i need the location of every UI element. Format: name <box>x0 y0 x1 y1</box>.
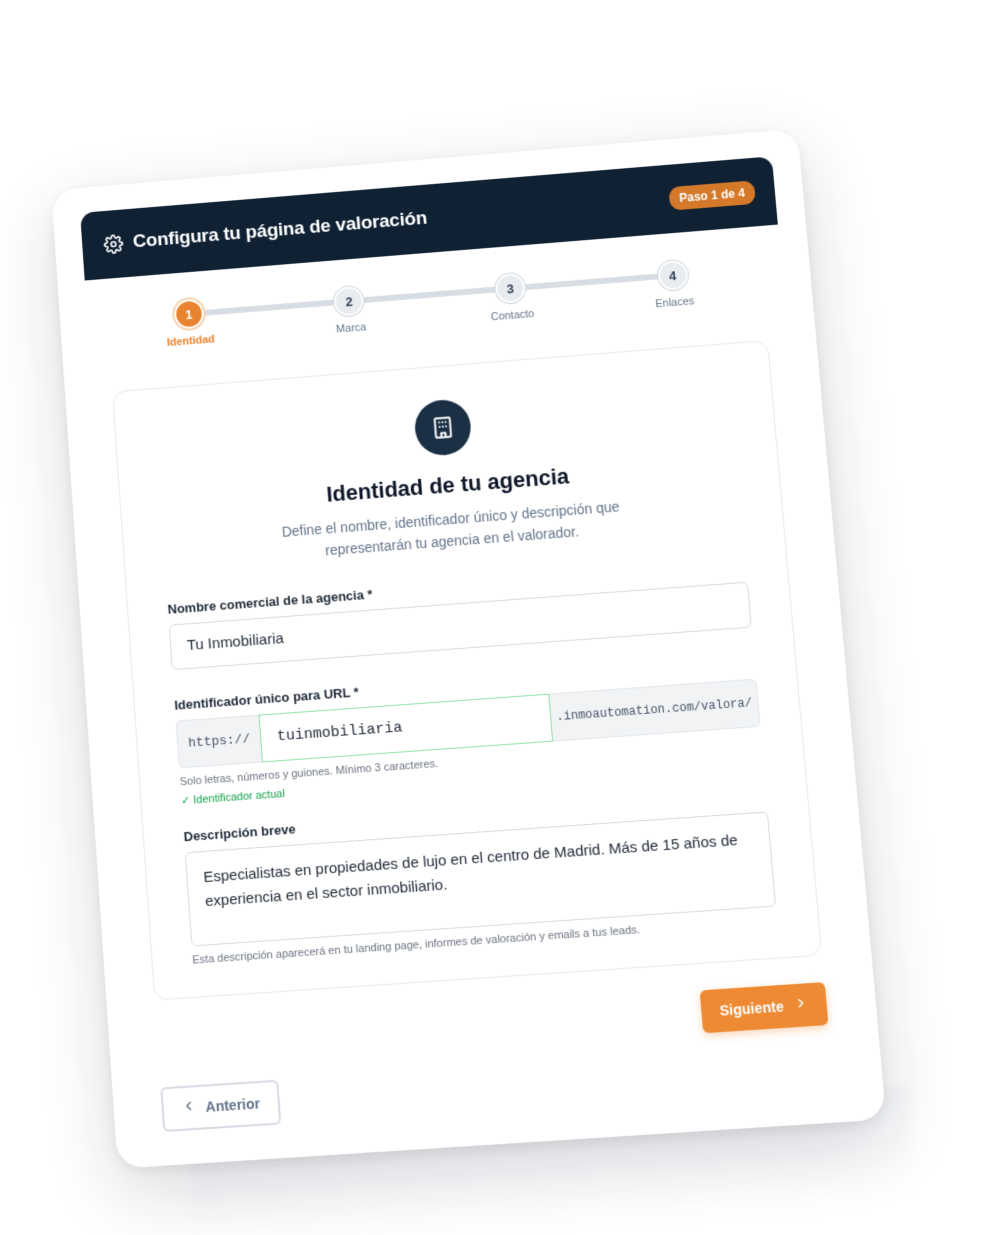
step-badge: Paso 1 de 4 <box>668 180 756 211</box>
step-enlaces[interactable]: 4 Enlaces <box>632 258 716 312</box>
settings-card: Configura tu página de valoración Paso 1… <box>51 128 887 1169</box>
step-number: 4 <box>656 259 689 292</box>
step-label: Enlaces <box>654 295 695 311</box>
agency-name-field: Nombre comercial de la agencia * Tu Inmo… <box>167 559 752 670</box>
step-contacto[interactable]: 3 Contacto <box>470 271 553 325</box>
step-number: 1 <box>173 298 205 330</box>
page-title: Configura tu página de valoración <box>132 208 428 253</box>
building-icon <box>413 397 473 458</box>
next-button[interactable]: Siguiente <box>699 981 829 1034</box>
url-prefix: https:// <box>175 714 263 769</box>
previous-button-label: Anterior <box>204 1095 261 1115</box>
chevron-right-icon <box>793 996 809 1014</box>
description-field: Descripción breve Especialistas en propi… <box>183 788 778 966</box>
step-label: Identidad <box>166 333 216 349</box>
chevron-left-icon <box>181 1099 196 1117</box>
previous-button[interactable]: Anterior <box>160 1079 282 1132</box>
step-number: 3 <box>494 272 527 305</box>
step-label: Contacto <box>490 308 535 324</box>
header-left: Configura tu página de valoración <box>103 208 428 256</box>
url-slug-field: Identificador único para URL * https:// … <box>174 655 764 807</box>
step-label: Marca <box>335 321 367 336</box>
stage: Configura tu página de valoración Paso 1… <box>0 0 988 1235</box>
actions-row: Siguiente <box>156 981 829 1069</box>
step-marca[interactable]: 2 Marca <box>309 283 391 337</box>
url-suffix: .inmoautomation.com/valora/ <box>549 678 761 742</box>
stepper-track <box>184 271 683 318</box>
step-number: 2 <box>333 285 365 318</box>
gear-icon <box>103 234 124 255</box>
step-identidad[interactable]: 1 Identidad <box>149 296 231 350</box>
identity-panel: Identidad de tu agencia Define el nombre… <box>111 339 823 1001</box>
next-button-label: Siguiente <box>718 997 785 1019</box>
